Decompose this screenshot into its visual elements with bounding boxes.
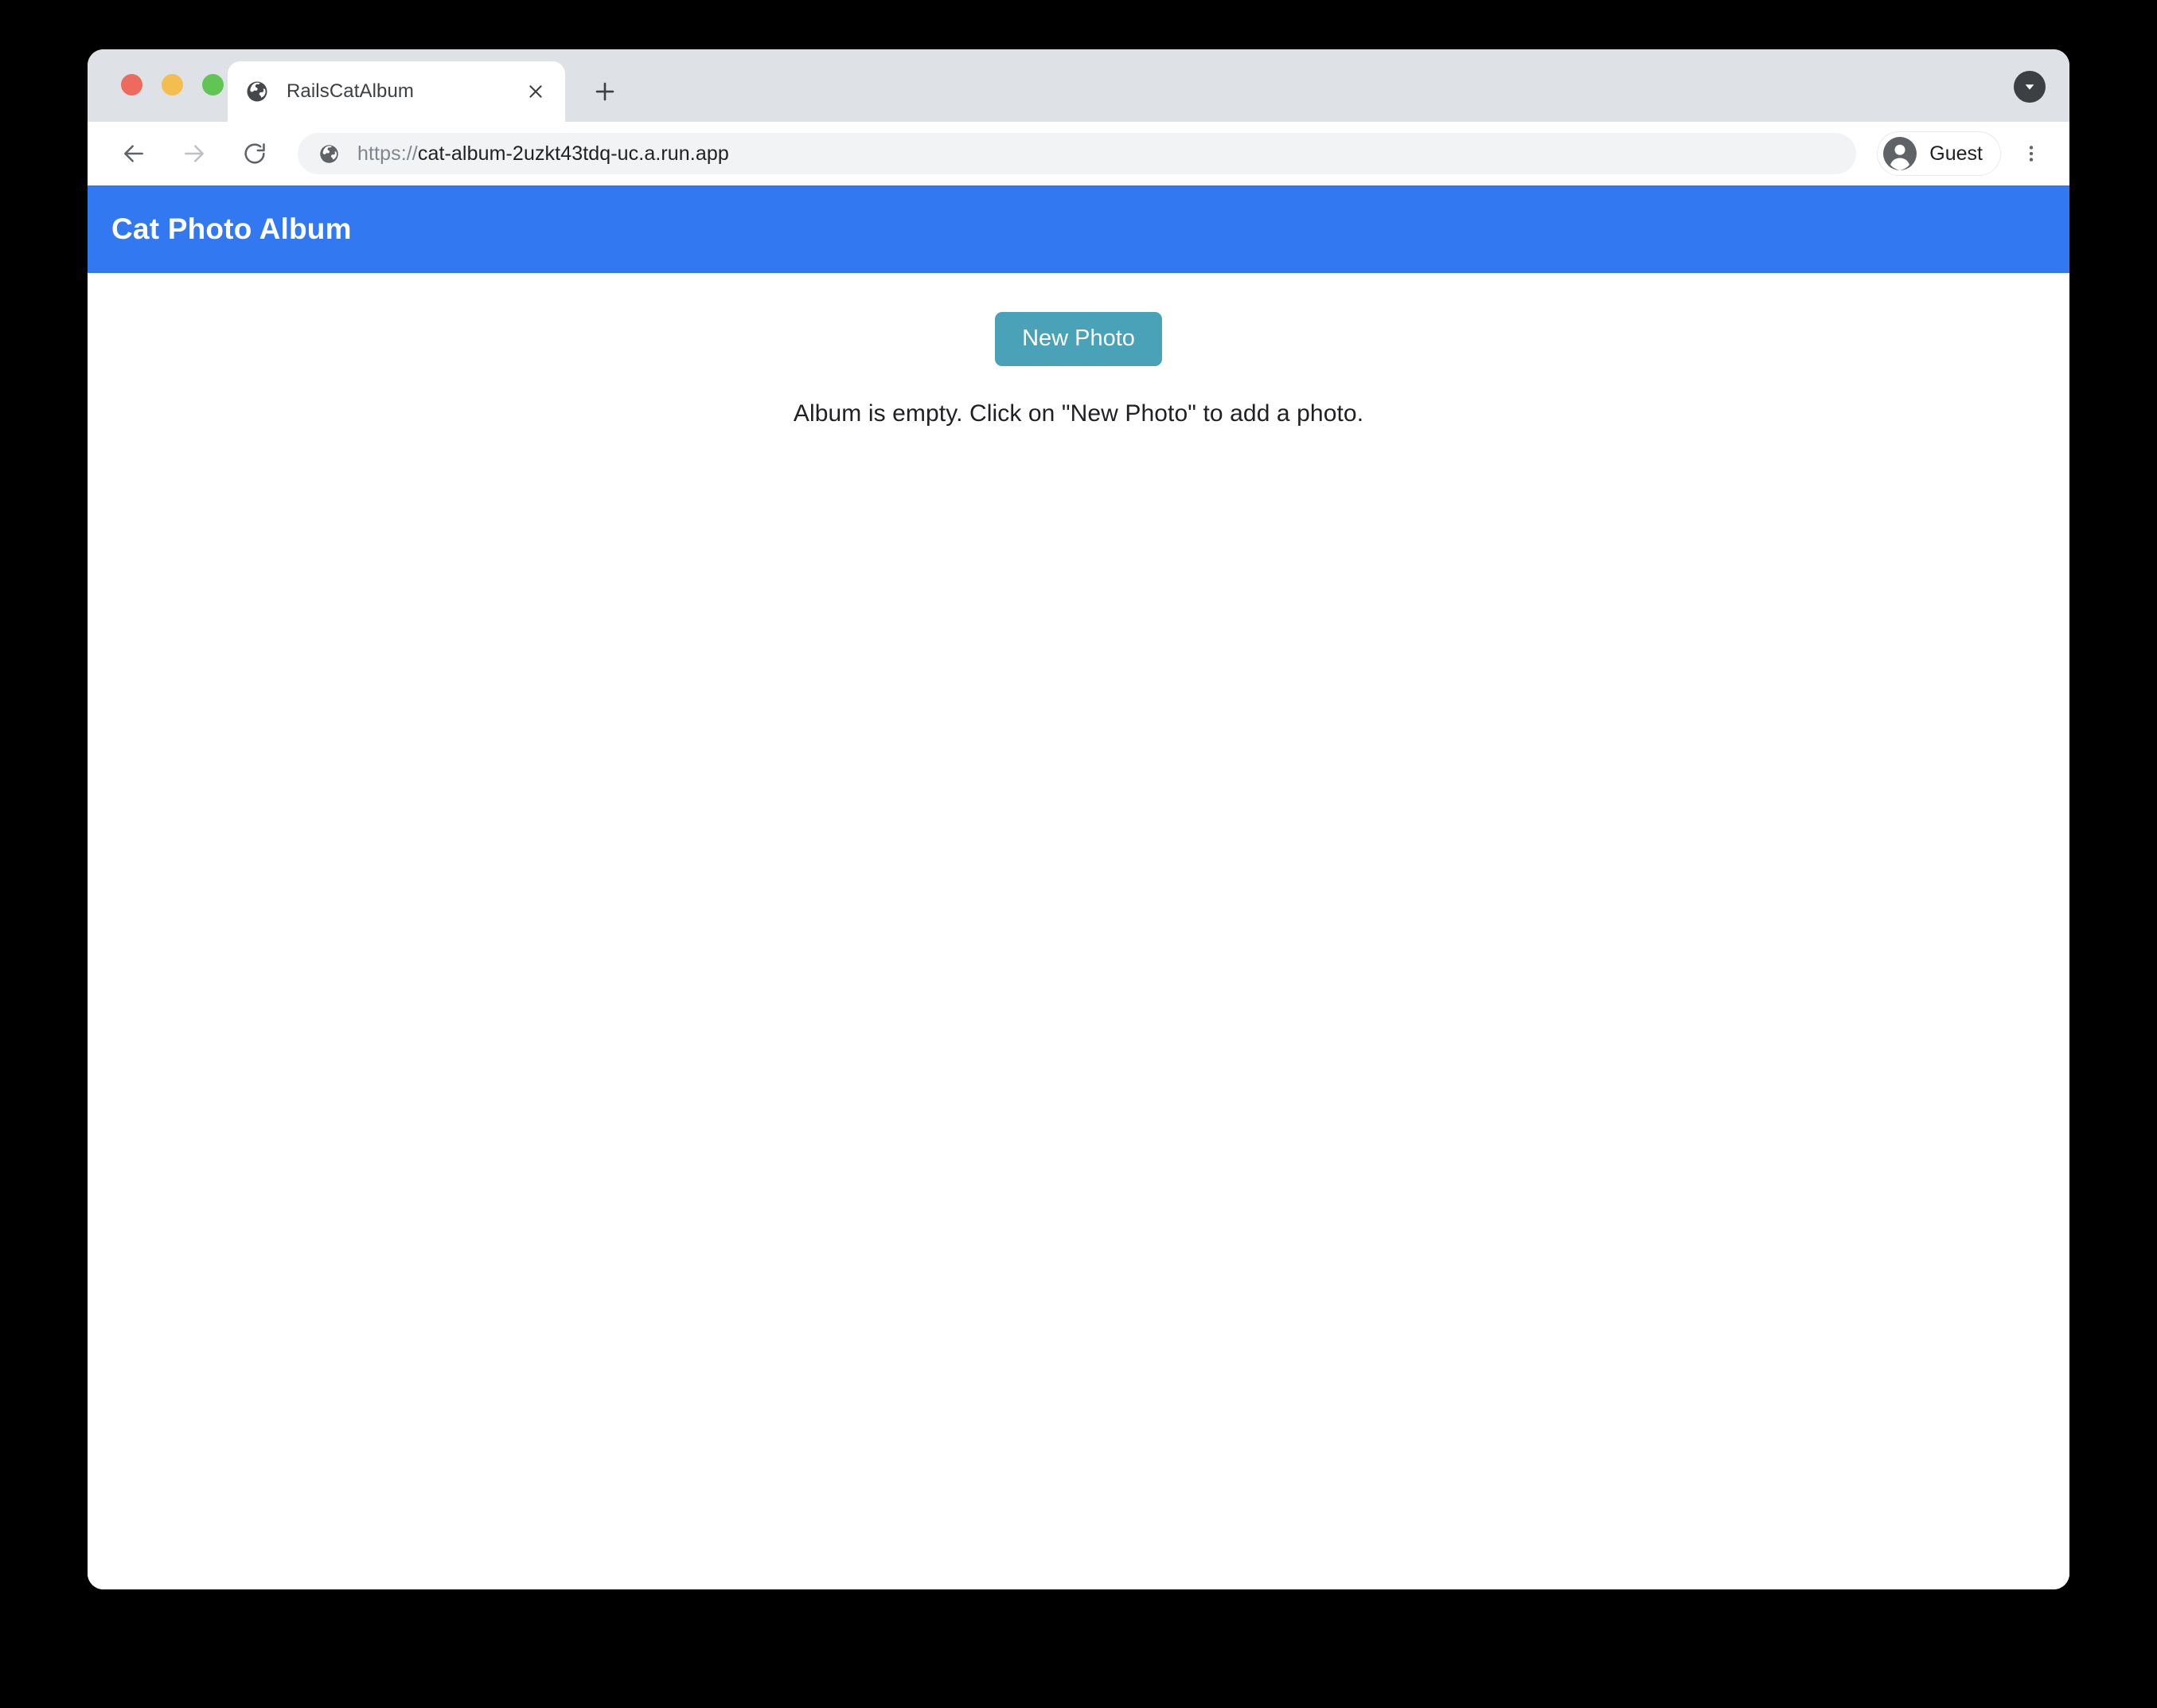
page-viewport: Cat Photo Album New Photo Album is empty… (88, 185, 2069, 1589)
page-title: Cat Photo Album (111, 213, 352, 245)
globe-icon (318, 143, 340, 165)
new-tab-button[interactable] (583, 69, 627, 114)
profile-button[interactable]: Guest (1877, 131, 2001, 176)
forward-button[interactable] (172, 131, 216, 176)
browser-window: RailsCatAlbum https://cat-album-2uzkt43t… (88, 49, 2069, 1589)
window-controls (121, 74, 224, 96)
chevron-down-icon[interactable] (2014, 71, 2046, 103)
new-photo-button[interactable]: New Photo (995, 312, 1162, 366)
maximize-window-button[interactable] (202, 74, 224, 96)
tab-strip: RailsCatAlbum (88, 49, 2069, 122)
profile-name: Guest (1929, 142, 1983, 165)
url-text: https://cat-album-2uzkt43tdq-uc.a.run.ap… (357, 142, 729, 166)
close-tab-icon[interactable] (521, 76, 551, 107)
back-button[interactable] (111, 131, 156, 176)
url-host: cat-album-2uzkt43tdq-uc.a.run.app (417, 142, 729, 165)
empty-album-message: Album is empty. Click on "New Photo" to … (793, 400, 1364, 427)
url-bar[interactable]: https://cat-album-2uzkt43tdq-uc.a.run.ap… (298, 133, 1857, 174)
tab-list: RailsCatAlbum (228, 61, 627, 122)
app-header: Cat Photo Album (88, 185, 2069, 273)
url-scheme: https:// (357, 142, 418, 165)
reload-button[interactable] (232, 131, 277, 176)
three-dot-menu-icon[interactable] (2011, 133, 2052, 174)
tab-railscatalbum[interactable]: RailsCatAlbum (228, 61, 565, 122)
globe-icon (245, 80, 269, 103)
tab-title: RailsCatAlbum (287, 80, 415, 102)
person-avatar-icon (1883, 137, 1917, 170)
browser-toolbar: https://cat-album-2uzkt43tdq-uc.a.run.ap… (88, 122, 2069, 185)
close-window-button[interactable] (121, 74, 142, 96)
page-content: New Photo Album is empty. Click on "New … (88, 273, 2069, 1589)
minimize-window-button[interactable] (162, 74, 183, 96)
